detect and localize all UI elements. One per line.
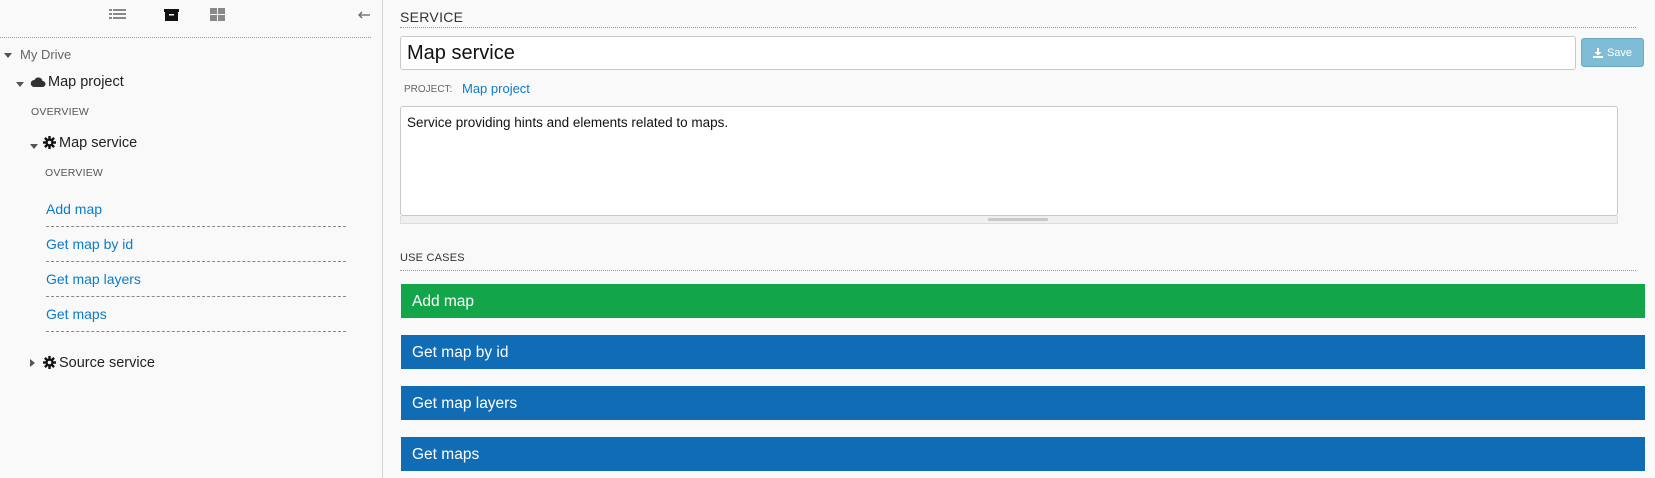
usecase-bar-add-map[interactable]: Add map bbox=[401, 284, 1645, 318]
list-icon bbox=[109, 9, 126, 19]
collapse-sidebar-button[interactable] bbox=[357, 8, 379, 28]
tree-usecase-get-maps[interactable]: Get maps bbox=[46, 297, 346, 332]
tree-project-label[interactable]: Map project bbox=[48, 74, 124, 90]
tree-root-label[interactable]: My Drive bbox=[20, 47, 71, 62]
collapse-arrow-icon bbox=[358, 11, 370, 19]
cloud-icon bbox=[30, 77, 46, 87]
use-cases-section-title: USE CASES bbox=[400, 252, 1636, 271]
service-section-title: SERVICE bbox=[400, 9, 1636, 28]
usecase-bar-get-maps[interactable]: Get maps bbox=[401, 437, 1645, 471]
archive-icon bbox=[164, 9, 179, 21]
archive-view-button[interactable] bbox=[164, 8, 186, 28]
tree-usecase-get-map-layers[interactable]: Get map layers bbox=[46, 262, 346, 297]
grid-view-button[interactable] bbox=[210, 8, 232, 28]
gear-icon bbox=[43, 356, 56, 369]
caret-down-icon[interactable] bbox=[16, 82, 24, 87]
grid-icon bbox=[210, 8, 225, 21]
resize-grip bbox=[988, 218, 1048, 221]
caret-down-icon[interactable] bbox=[4, 53, 12, 58]
gear-icon bbox=[43, 136, 56, 149]
toolbar-divider bbox=[0, 37, 371, 38]
tree-usecase-add-map[interactable]: Add map bbox=[46, 192, 346, 227]
usecase-bar-get-map-by-id[interactable]: Get map by id bbox=[401, 335, 1645, 369]
save-button[interactable]: Save bbox=[1581, 38, 1644, 67]
sidebar-toolbar bbox=[0, 0, 383, 38]
service-overview-link[interactable]: OVERVIEW bbox=[45, 167, 103, 179]
save-button-label: Save bbox=[1606, 46, 1633, 59]
service-editor: SERVICE Save PROJECT: Map project Servic… bbox=[384, 0, 1655, 478]
tree-service-label[interactable]: Map service bbox=[59, 135, 137, 151]
tree-usecase-get-map-by-id[interactable]: Get map by id bbox=[46, 227, 346, 262]
sidebar: My Drive Map project OVERVIEW Map servic… bbox=[0, 0, 383, 478]
usecase-bar-get-map-layers[interactable]: Get map layers bbox=[401, 386, 1645, 420]
description-resize-handle[interactable] bbox=[400, 216, 1618, 224]
project-label: PROJECT: bbox=[404, 84, 453, 95]
service-name-input[interactable] bbox=[400, 36, 1576, 70]
description-textarea[interactable]: Service providing hints and elements rel… bbox=[400, 106, 1618, 216]
project-link[interactable]: Map project bbox=[462, 81, 530, 96]
list-view-button[interactable] bbox=[109, 8, 131, 28]
caret-right-icon[interactable] bbox=[30, 359, 35, 367]
project-overview-link[interactable]: OVERVIEW bbox=[31, 106, 89, 118]
tree-source-service-label[interactable]: Source service bbox=[59, 355, 155, 371]
app: My Drive Map project OVERVIEW Map servic… bbox=[0, 0, 1655, 478]
caret-down-icon[interactable] bbox=[30, 144, 38, 149]
download-icon bbox=[1592, 47, 1603, 58]
